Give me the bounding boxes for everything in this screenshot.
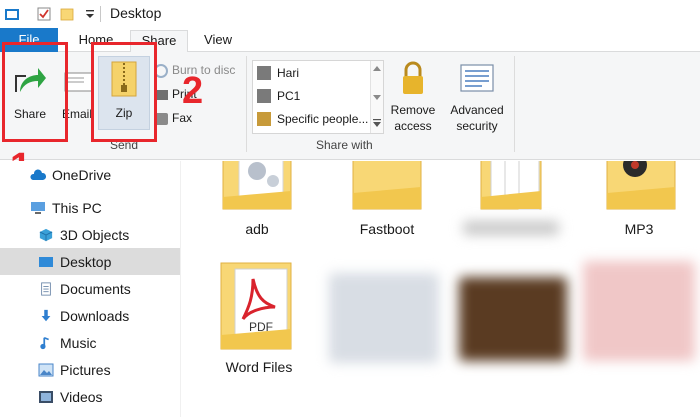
group-separator bbox=[246, 56, 247, 152]
user-icon bbox=[257, 89, 271, 103]
nav-item-label: Music bbox=[60, 334, 97, 351]
picture-icon bbox=[38, 363, 54, 376]
nav-item-pictures[interactable]: Pictures bbox=[0, 356, 180, 383]
nav-item-desktop[interactable]: Desktop bbox=[0, 248, 180, 275]
desktop-icon bbox=[39, 256, 53, 267]
file-name: adb bbox=[245, 221, 269, 237]
blurred-thumbnail[interactable] bbox=[583, 261, 695, 361]
navigation-pane: OneDrive This PC 3D Objects Desktop Docu… bbox=[0, 161, 180, 417]
user-icon bbox=[257, 66, 271, 80]
document-icon bbox=[41, 281, 51, 296]
share-with-group-label: Share with bbox=[316, 138, 373, 152]
remove-access-label-line2: access bbox=[394, 119, 432, 133]
blurred-file-name bbox=[463, 221, 559, 235]
chevron-down-icon bbox=[373, 95, 381, 100]
nav-item-label: Desktop bbox=[60, 253, 112, 270]
window-title: Desktop bbox=[110, 5, 162, 21]
cloud-icon bbox=[30, 169, 46, 180]
nav-item-label: Pictures bbox=[60, 361, 111, 378]
advanced-security-button[interactable]: Advanced security bbox=[446, 58, 508, 136]
music-icon bbox=[40, 336, 49, 349]
nav-item-onedrive[interactable]: OneDrive bbox=[0, 161, 180, 188]
download-icon bbox=[41, 309, 51, 321]
folder-icon bbox=[606, 161, 676, 210]
nav-item-3d-objects[interactable]: 3D Objects bbox=[0, 221, 180, 248]
nav-item-label: Documents bbox=[60, 280, 131, 297]
remove-access-button[interactable]: Remove access bbox=[388, 58, 438, 136]
people-item-label: Specific people... bbox=[277, 112, 369, 126]
blurred-thumbnail[interactable] bbox=[459, 277, 567, 361]
folder-icon bbox=[480, 161, 542, 210]
title-bar: Desktop bbox=[0, 0, 700, 28]
email-icon bbox=[64, 72, 94, 92]
file-name: Fastboot bbox=[359, 221, 415, 237]
file-name: Word Files bbox=[225, 359, 293, 375]
file-name: MP3 bbox=[624, 221, 654, 237]
nav-item-this-pc[interactable]: This PC bbox=[0, 194, 180, 221]
tab-view[interactable]: View bbox=[192, 30, 244, 52]
advanced-security-label-line1: Advanced bbox=[450, 103, 504, 117]
folder-icon bbox=[352, 161, 422, 210]
video-icon bbox=[39, 390, 53, 403]
lock-icon bbox=[403, 61, 423, 94]
nav-item-music[interactable]: Music bbox=[0, 329, 180, 356]
folder-icon: PDF bbox=[220, 262, 292, 350]
chevron-up-icon bbox=[373, 66, 381, 71]
nav-item-label: 3D Objects bbox=[60, 226, 130, 243]
users-group-icon bbox=[257, 112, 271, 126]
remove-access-label-line1: Remove bbox=[390, 103, 436, 117]
folder-mp3[interactable] bbox=[601, 161, 681, 213]
folder-adb[interactable] bbox=[217, 161, 297, 213]
new-folder-icon[interactable] bbox=[60, 6, 76, 22]
people-item-label: Hari bbox=[277, 66, 300, 80]
chevron-down-icon[interactable] bbox=[82, 6, 98, 22]
folder-fastboot[interactable] bbox=[347, 161, 427, 213]
title-separator bbox=[100, 6, 101, 22]
computer-icon bbox=[31, 201, 45, 214]
cube-icon bbox=[39, 228, 53, 241]
share-with-people-list[interactable]: Hari PC1 Specific people... bbox=[252, 60, 384, 134]
people-item-pc1[interactable]: PC1 bbox=[257, 86, 300, 106]
people-item-specific[interactable]: Specific people... bbox=[257, 109, 368, 129]
nav-item-label: Videos bbox=[60, 388, 103, 405]
advanced-security-label-line2: security bbox=[456, 119, 498, 133]
nav-item-videos[interactable]: Videos bbox=[0, 383, 180, 410]
step-2-marker: 2 bbox=[182, 70, 204, 112]
blurred-thumbnail[interactable] bbox=[329, 273, 439, 363]
folder-icon bbox=[222, 161, 292, 210]
nav-item-label: This PC bbox=[52, 199, 102, 216]
share-highlight-box bbox=[2, 42, 68, 142]
nav-item-documents[interactable]: Documents bbox=[0, 275, 180, 302]
fax-label: Fax bbox=[172, 111, 193, 125]
nav-item-label: Downloads bbox=[60, 307, 130, 324]
zip-highlight-box bbox=[91, 42, 157, 142]
people-item-hari[interactable]: Hari bbox=[257, 63, 299, 83]
group-separator bbox=[514, 56, 515, 152]
properties-checkbox-icon[interactable] bbox=[36, 6, 52, 22]
nav-item-label: OneDrive bbox=[52, 166, 112, 183]
nav-item-downloads[interactable]: Downloads bbox=[0, 302, 180, 329]
security-settings-icon bbox=[460, 64, 494, 92]
blurred-file-item[interactable] bbox=[471, 161, 561, 213]
folder-word-files[interactable]: PDF bbox=[219, 257, 299, 353]
people-item-label: PC1 bbox=[277, 89, 301, 103]
more-dropdown-icon bbox=[373, 119, 381, 127]
file-list: adb Fastboot MP3 PDF Word Files bbox=[181, 161, 700, 417]
explorer-window-icon bbox=[5, 9, 19, 20]
people-list-scrollbar[interactable] bbox=[370, 61, 383, 133]
